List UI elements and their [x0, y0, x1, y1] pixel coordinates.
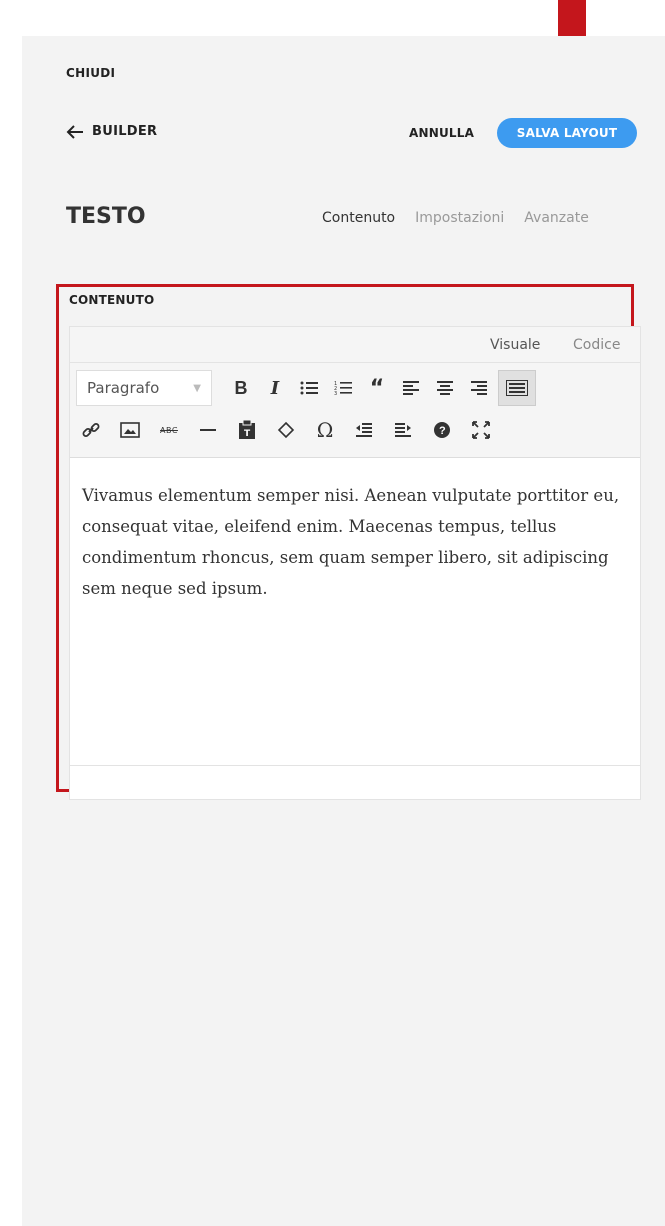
- tab-visual[interactable]: Visuale: [490, 337, 540, 353]
- strikethrough-icon[interactable]: ABC: [154, 415, 184, 445]
- tab-contenuto[interactable]: Contenuto: [322, 210, 395, 226]
- italic-icon[interactable]: I: [260, 373, 290, 403]
- tab-code[interactable]: Codice: [573, 337, 620, 353]
- chevron-down-icon: ▼: [193, 382, 201, 394]
- align-right-icon[interactable]: [464, 373, 494, 403]
- link-icon[interactable]: [76, 415, 106, 445]
- content-section-highlight: CONTENUTO Visuale Codice Paragrafo ▼ B I: [56, 284, 641, 800]
- back-to-builder-link[interactable]: BUILDER: [66, 124, 157, 139]
- tab-impostazioni[interactable]: Impostazioni: [415, 210, 504, 226]
- paste-text-icon[interactable]: T: [232, 415, 262, 445]
- back-link-label: BUILDER: [92, 124, 158, 139]
- cancel-button[interactable]: ANNULLA: [409, 126, 474, 140]
- omega-icon[interactable]: Ω: [310, 415, 340, 445]
- editor-status-bar: [70, 765, 640, 799]
- horizontal-line-icon[interactable]: [193, 415, 223, 445]
- format-select[interactable]: Paragrafo ▼: [76, 370, 212, 406]
- svg-text:T: T: [244, 429, 251, 439]
- help-icon[interactable]: ?: [427, 415, 457, 445]
- bold-icon[interactable]: B: [226, 373, 256, 403]
- editor-toolbar: Paragrafo ▼ B I 123 “ ABC T Ω ?: [70, 363, 640, 458]
- format-select-value: Paragrafo: [87, 379, 160, 397]
- editor-mode-bar: Visuale Codice: [70, 327, 640, 363]
- tab-avanzate[interactable]: Avanzate: [524, 210, 589, 226]
- bullet-list-icon[interactable]: [294, 373, 324, 403]
- blockquote-icon[interactable]: “: [362, 373, 392, 403]
- save-layout-button[interactable]: SALVA LAYOUT: [497, 118, 637, 148]
- outdent-icon[interactable]: [349, 415, 379, 445]
- fullscreen-icon[interactable]: [466, 415, 496, 445]
- eraser-icon[interactable]: [271, 415, 301, 445]
- module-tabs: Contenuto Impostazioni Avanzate: [322, 210, 589, 226]
- editor-content[interactable]: Vivamus elementum semper nisi. Aenean vu…: [70, 458, 640, 626]
- indent-icon[interactable]: [388, 415, 418, 445]
- svg-text:3: 3: [334, 391, 337, 396]
- numbered-list-icon[interactable]: 123: [328, 373, 358, 403]
- section-label: CONTENUTO: [69, 293, 155, 307]
- rich-text-editor: Visuale Codice Paragrafo ▼ B I 123 “ ABC…: [69, 326, 641, 800]
- svg-text:?: ?: [439, 425, 446, 437]
- align-left-icon[interactable]: [396, 373, 426, 403]
- arrow-left-icon: [66, 124, 83, 139]
- close-link[interactable]: CHIUDI: [66, 66, 115, 80]
- align-center-icon[interactable]: [430, 373, 460, 403]
- image-icon[interactable]: [115, 415, 145, 445]
- toolbar-toggle-icon[interactable]: [498, 370, 536, 406]
- module-settings-panel: CHIUDI BUILDER ANNULLA SALVA LAYOUT TEST…: [22, 36, 665, 1226]
- module-title: TESTO: [66, 204, 146, 229]
